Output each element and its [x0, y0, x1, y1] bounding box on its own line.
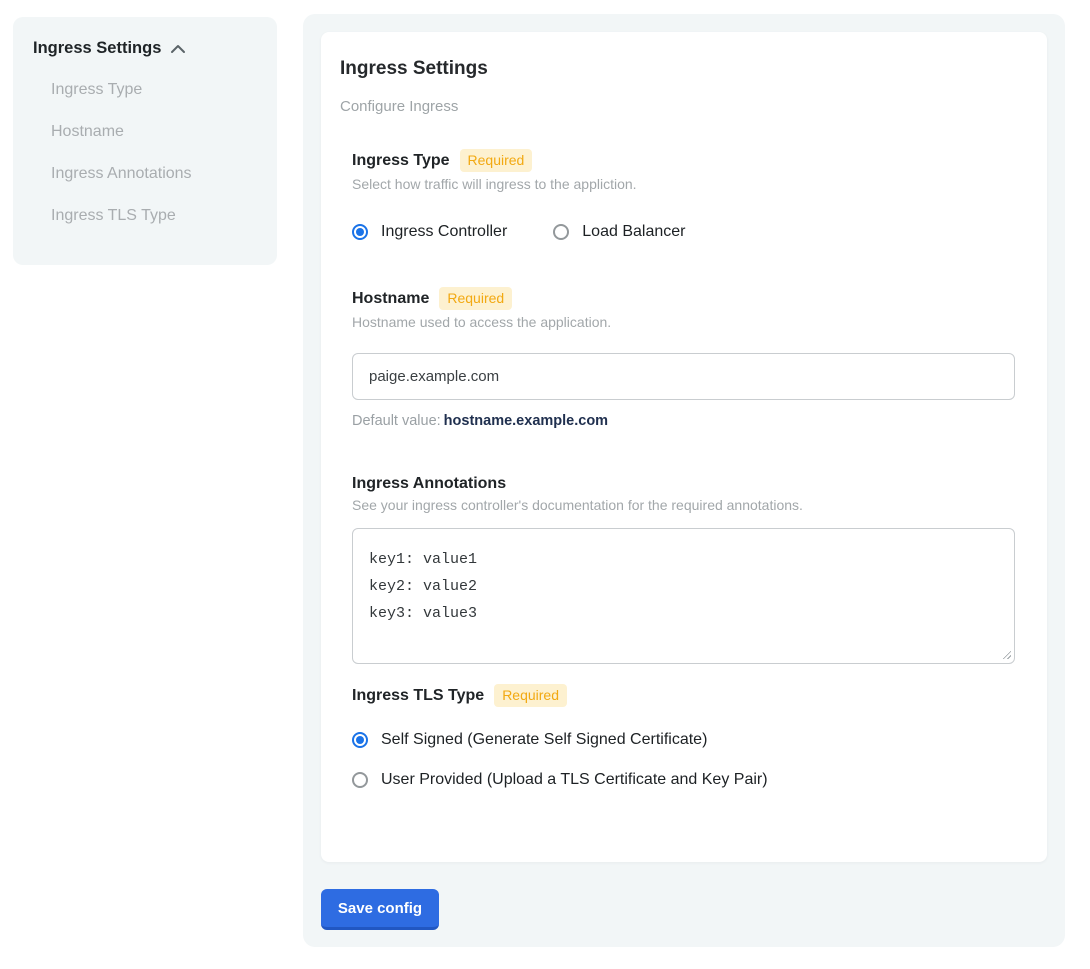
hostname-input[interactable]: [352, 353, 1015, 400]
hostname-label: Hostname: [352, 290, 429, 308]
ingress-type-label: Ingress Type: [352, 152, 450, 170]
ingress-type-radio-group: Ingress Controller Load Balancer: [352, 223, 1015, 241]
radio-label: Load Balancer: [582, 223, 685, 241]
default-value-prefix: Default value:: [352, 413, 441, 429]
radio-load-balancer[interactable]: Load Balancer: [553, 223, 685, 241]
required-badge: Required: [439, 287, 512, 310]
radio-unselected-icon[interactable]: [553, 224, 569, 240]
page-subtitle: Configure Ingress: [340, 98, 1015, 115]
field-hostname: Hostname Required Hostname used to acces…: [352, 287, 1015, 429]
ingress-settings-panel: Ingress Settings Configure Ingress Ingre…: [303, 14, 1065, 947]
radio-self-signed[interactable]: Self Signed (Generate Self Signed Certif…: [352, 731, 1015, 749]
radio-user-provided[interactable]: User Provided (Upload a TLS Certificate …: [352, 771, 1015, 789]
sidebar-item-ingress-type[interactable]: Ingress Type: [51, 79, 257, 101]
ingress-annotations-description: See your ingress controller's documentat…: [352, 497, 1015, 514]
chevron-up-icon: [170, 44, 186, 54]
sidebar-item-ingress-annotations[interactable]: Ingress Annotations: [51, 163, 257, 185]
ingress-settings-sidebar: Ingress Settings Ingress Type Hostname I…: [13, 17, 277, 265]
required-badge: Required: [460, 149, 533, 172]
sidebar-section-title: Ingress Settings: [33, 39, 161, 58]
required-badge: Required: [494, 684, 567, 707]
hostname-description: Hostname used to access the application.: [352, 314, 1015, 331]
ingress-annotations-label: Ingress Annotations: [352, 475, 506, 493]
sidebar-section-toggle[interactable]: Ingress Settings: [33, 39, 257, 58]
radio-label: User Provided (Upload a TLS Certificate …: [381, 771, 768, 789]
ingress-tls-type-radio-group: Self Signed (Generate Self Signed Certif…: [352, 731, 1015, 789]
default-value-text: hostname.example.com: [444, 413, 608, 429]
sidebar-item-ingress-tls-type[interactable]: Ingress TLS Type: [51, 205, 257, 227]
page-title: Ingress Settings: [340, 58, 1015, 80]
sidebar-nav: Ingress Type Hostname Ingress Annotation…: [33, 79, 257, 227]
sidebar-item-hostname[interactable]: Hostname: [51, 121, 257, 143]
radio-selected-icon[interactable]: [352, 732, 368, 748]
ingress-tls-type-label: Ingress TLS Type: [352, 687, 484, 705]
ingress-type-description: Select how traffic will ingress to the a…: [352, 176, 1015, 193]
radio-ingress-controller[interactable]: Ingress Controller: [352, 223, 507, 241]
field-ingress-type: Ingress Type Required Select how traffic…: [352, 149, 1015, 241]
hostname-default-line: Default value:hostname.example.com: [352, 413, 1015, 429]
ingress-annotations-textarea[interactable]: key1: value1 key2: value2 key3: value3: [352, 528, 1015, 664]
form-fields: Ingress Type Required Select how traffic…: [352, 149, 1015, 789]
radio-label: Ingress Controller: [381, 223, 507, 241]
field-ingress-tls-type: Ingress TLS Type Required Self Signed (G…: [352, 684, 1015, 789]
ingress-settings-card: Ingress Settings Configure Ingress Ingre…: [321, 32, 1047, 862]
field-ingress-annotations: Ingress Annotations See your ingress con…: [352, 475, 1015, 664]
radio-selected-icon[interactable]: [352, 224, 368, 240]
save-config-button[interactable]: Save config: [321, 889, 439, 930]
radio-unselected-icon[interactable]: [352, 772, 368, 788]
radio-label: Self Signed (Generate Self Signed Certif…: [381, 731, 707, 749]
